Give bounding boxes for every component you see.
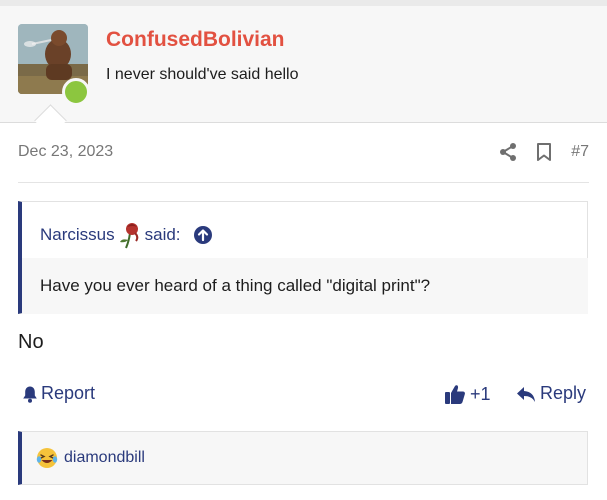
thumbs-up-icon [445, 385, 465, 404]
reply-label: Reply [540, 383, 587, 403]
author-username[interactable]: ConfusedBolivian [106, 28, 285, 52]
quote-text: Have you ever heard of a thing called "d… [40, 276, 431, 295]
post-number-link[interactable]: #7 [571, 143, 589, 161]
bell-icon [23, 386, 37, 403]
like-count: +1 [470, 383, 491, 404]
share-icon[interactable] [497, 141, 519, 163]
online-status-indicator [62, 78, 90, 106]
laughing-crying-emoji [36, 448, 58, 468]
bookmark-icon[interactable] [533, 141, 555, 163]
reply-button[interactable]: Reply [516, 383, 586, 404]
avatar-container[interactable] [18, 24, 90, 106]
report-label: Report [41, 383, 96, 403]
post-user-header: ConfusedBolivian I never should've said … [0, 6, 607, 123]
quote-body: Have you ever heard of a thing called "d… [22, 258, 588, 314]
quote-said-label: said: [144, 225, 181, 244]
report-button[interactable]: Report [22, 383, 95, 404]
reactions-bar[interactable]: diamondbill [18, 431, 588, 485]
quote-header: Narcissus said: [40, 221, 213, 249]
post-body-text: No [18, 331, 44, 353]
arrow-up-circle-icon[interactable] [193, 225, 213, 245]
author-user-title: I never should've said hello [106, 66, 299, 83]
quote-author[interactable]: Narcissus [40, 225, 115, 245]
meta-divider [18, 182, 589, 183]
wilted-rose-icon [117, 221, 143, 249]
post-actions-bar: Report +1 Reply [0, 383, 607, 407]
quote-block: Narcissus said: Have you ever heard of a… [18, 201, 588, 314]
reply-arrow-icon [517, 386, 535, 402]
reaction-users[interactable]: diamondbill [64, 449, 145, 467]
post-meta-actions: #7 [483, 140, 589, 164]
like-button[interactable]: +1 [444, 383, 491, 405]
post-date[interactable]: Dec 23, 2023 [18, 143, 113, 161]
